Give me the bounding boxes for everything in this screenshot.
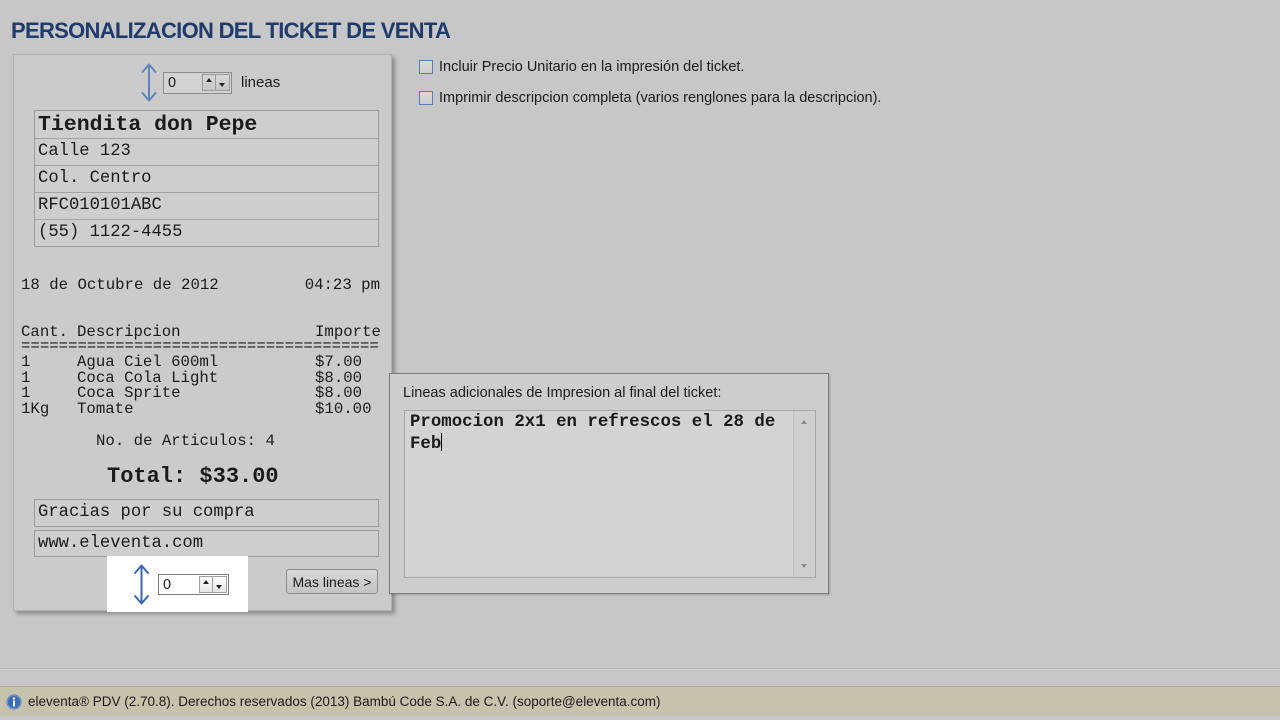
footer-line-field[interactable]: www.eleventa.com — [34, 530, 379, 557]
extra-lines-label: Lineas adicionales de Impresion al final… — [403, 385, 722, 401]
ticket-preview-panel: lineas Tiendita don Pepe Calle 123 Col. … — [13, 54, 392, 612]
header-line-field[interactable]: Tiendita don Pepe — [35, 111, 378, 138]
status-bar: eleventa® PDV (2.70.8). Derechos reserva… — [0, 686, 1280, 716]
ticket-header-lines: Tiendita don Pepe Calle 123 Col. Centro … — [34, 110, 379, 247]
status-text: eleventa® PDV (2.70.8). Derechos reserva… — [28, 693, 661, 709]
scroll-down-icon — [801, 564, 807, 568]
info-icon — [6, 694, 22, 709]
up-down-arrow-icon — [134, 564, 149, 605]
header-line-field[interactable]: RFC010101ABC — [35, 192, 378, 219]
ticket-time: 04:23 pm — [304, 276, 380, 294]
include-unit-price-checkbox[interactable] — [419, 60, 433, 74]
article-count: No. de Articulos: 4 — [96, 432, 275, 450]
header-lines-decrement-button[interactable] — [216, 74, 230, 91]
header-line-field[interactable]: Col. Centro — [35, 165, 378, 192]
option-full-description[interactable]: Imprimir descripcion completa (varios re… — [419, 89, 881, 107]
ticket-date: 18 de Octubre de 2012 — [21, 276, 219, 294]
header-lines-increment-button[interactable] — [202, 74, 216, 91]
extra-lines-scrollbar[interactable] — [793, 411, 815, 577]
header-line-field[interactable]: (55) 1122-4455 — [35, 219, 378, 246]
spin-up-icon — [203, 580, 209, 584]
page-title: PERSONALIZACION DEL TICKET DE VENTA — [11, 18, 451, 43]
item-qty: 1Kg — [21, 400, 50, 419]
up-down-arrow-icon — [141, 63, 157, 102]
item-amount: $10.00 — [315, 400, 372, 419]
bottom-divider — [0, 668, 1280, 670]
full-description-checkbox[interactable] — [419, 91, 433, 105]
scroll-up-button[interactable] — [794, 413, 815, 433]
footer-lines-spinner-highlight — [107, 556, 248, 612]
ticket-items: 1 Agua Ciel 600ml $7.00 1 Coca Cola Ligh… — [21, 354, 380, 419]
ticket-total: Total: $33.00 — [107, 464, 279, 489]
footer-line-field[interactable]: Gracias por su compra — [34, 499, 379, 527]
scroll-down-button[interactable] — [794, 556, 815, 576]
option-include-unit-price[interactable]: Incluir Precio Unitario en la impresión … — [419, 58, 744, 76]
spin-down-icon — [216, 585, 222, 589]
extra-lines-textbox-frame: Promocion 2x1 en refrescos el 28 de Feb — [404, 410, 816, 578]
spin-down-icon — [219, 83, 225, 87]
ticket-date-row: 18 de Octubre de 2012 04:23 pm — [21, 276, 380, 294]
include-unit-price-label: Incluir Precio Unitario en la impresión … — [439, 59, 745, 75]
more-lines-button[interactable]: Mas lineas > — [286, 569, 378, 594]
spin-up-icon — [206, 78, 212, 82]
header-lines-unit-label: lineas — [241, 74, 281, 91]
full-description-label: Imprimir descripcion completa (varios re… — [439, 90, 882, 106]
footer-lines-increment-button[interactable] — [199, 576, 213, 593]
extra-lines-text: Promocion 2x1 en refrescos el 28 de Feb — [410, 413, 786, 454]
item-description: Tomate — [77, 400, 134, 419]
header-lines-spinner — [163, 72, 232, 94]
footer-lines-decrement-button[interactable] — [213, 576, 227, 593]
header-line-field[interactable]: Calle 123 — [35, 138, 378, 165]
extra-lines-textbox[interactable]: Promocion 2x1 en refrescos el 28 de Feb — [405, 411, 793, 577]
scroll-up-icon — [801, 420, 807, 424]
footer-lines-spinner — [158, 574, 229, 595]
ticket-item-row: 1Kg Tomate $10.00 — [21, 400, 380, 419]
header-lines-spin-buttons — [202, 74, 230, 91]
text-caret — [441, 433, 443, 451]
footer-lines-spin-buttons — [199, 576, 227, 593]
ticket-customization-screen: { "page": { "title": "PERSONALIZACION DE… — [0, 0, 1280, 720]
extra-lines-popup: Lineas adicionales de Impresion al final… — [389, 373, 829, 594]
